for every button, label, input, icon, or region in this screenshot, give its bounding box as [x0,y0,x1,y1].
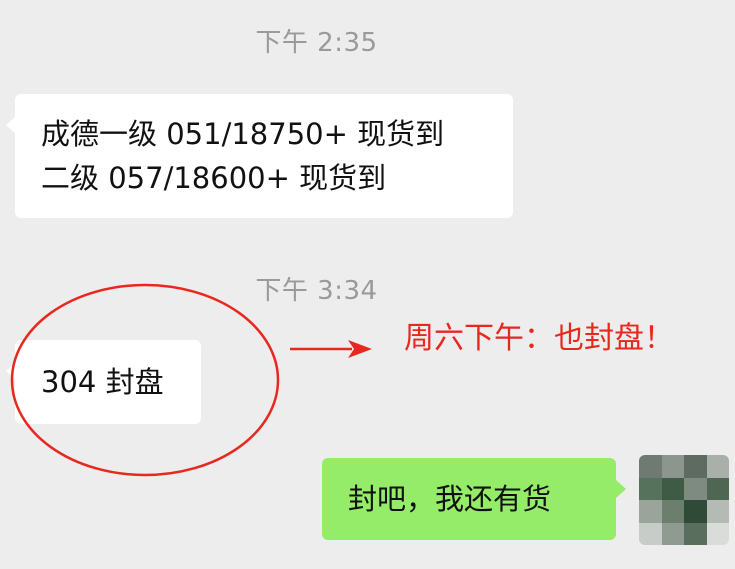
avatar[interactable] [639,455,729,545]
chat-window: 下午 2:35 成德一级 051/18750+ 现货到 二级 057/18600… [0,0,735,569]
annotation-text: 周六下午：也封盘！ [404,321,674,356]
avatar-pixel [706,500,729,523]
avatar-pixel [639,455,662,478]
avatar-pixel [661,455,684,478]
message-text: 封吧，我还有货 [348,482,552,516]
outgoing-message[interactable]: 封吧，我还有货 [322,458,626,540]
avatar-pixel [661,500,684,523]
avatar-pixel [706,455,729,478]
avatar-pixel [684,500,707,523]
avatar-pixel [684,522,707,545]
avatar-pixel [706,477,729,500]
arrow-icon [290,340,372,358]
avatar-pixel [706,522,729,545]
avatar-pixel [661,522,684,545]
avatar-pixel [639,522,662,545]
highlight-circle [10,283,280,477]
avatar-pixel [639,500,662,523]
avatar-pixel [639,477,662,500]
avatar-pixel [684,477,707,500]
avatar-pixel [661,477,684,500]
avatar-pixel [684,455,707,478]
